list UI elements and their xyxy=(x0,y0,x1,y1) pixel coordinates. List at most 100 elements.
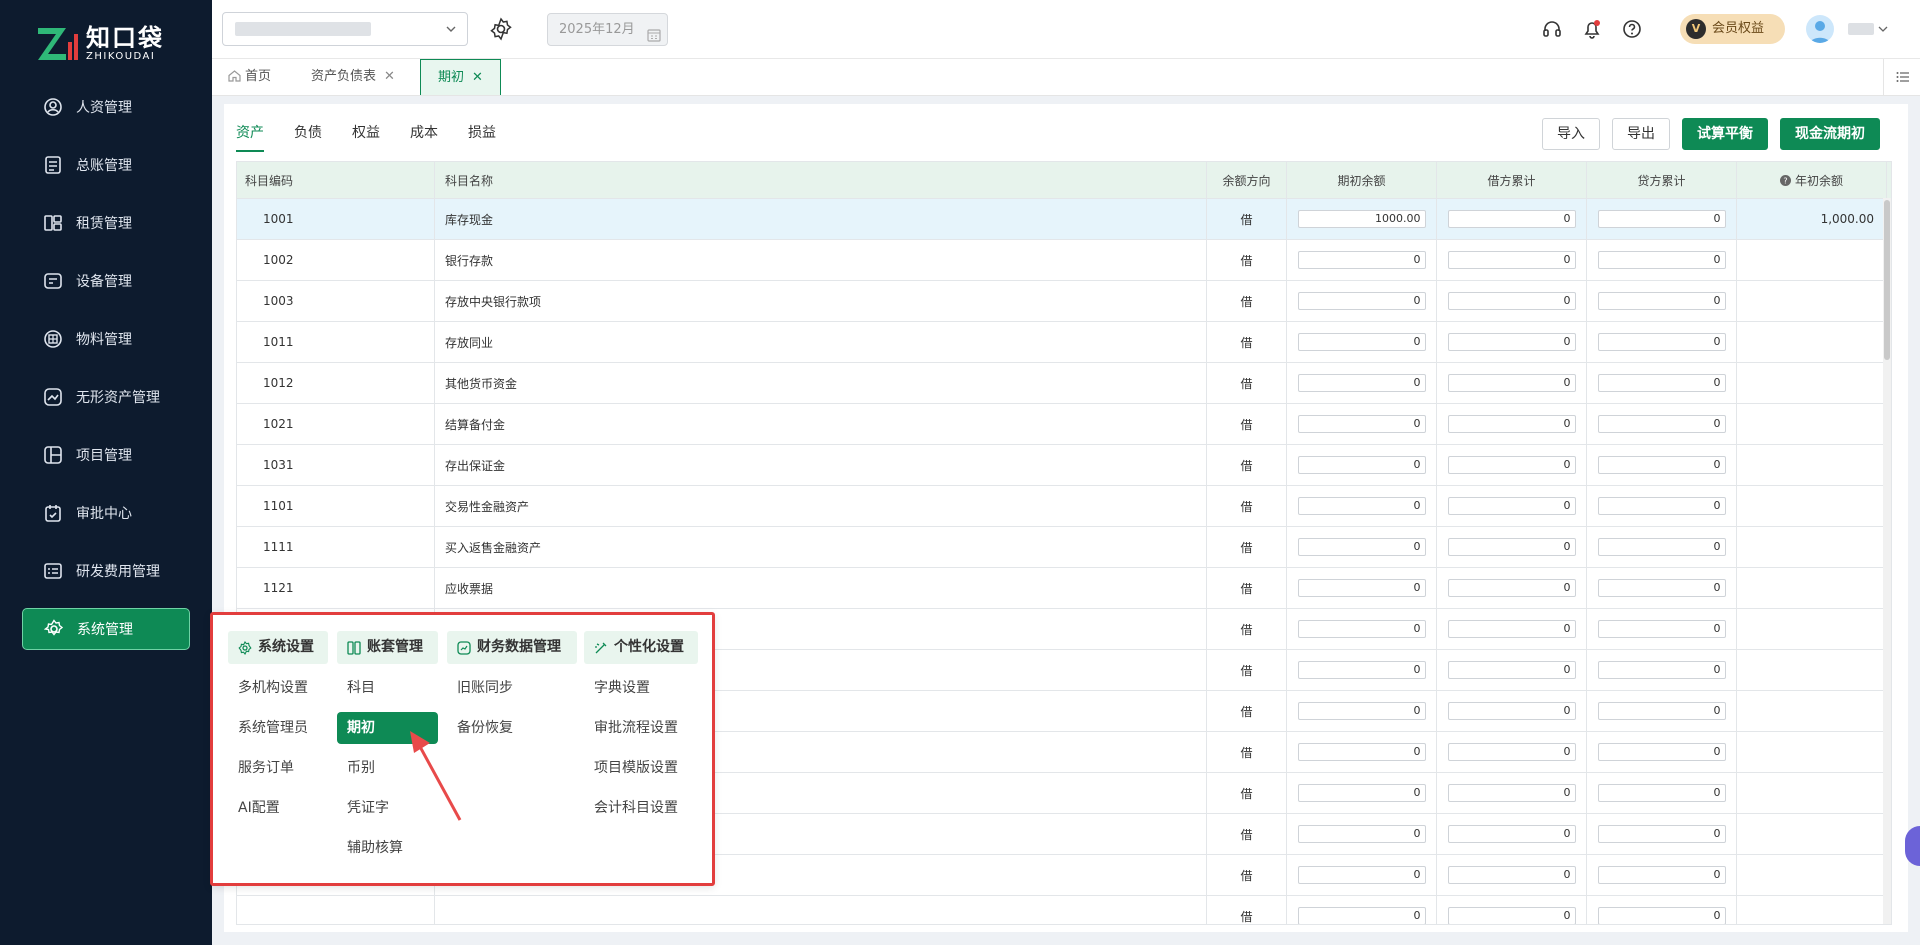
tab-balance-sheet[interactable]: 资产负债表 ✕ xyxy=(311,59,395,95)
sidebar-item-approval[interactable]: 审批中心 xyxy=(22,492,190,534)
opening-input[interactable]: 0 xyxy=(1297,292,1426,310)
vertical-scrollbar[interactable] xyxy=(1883,198,1891,924)
menu-item-dictionary[interactable]: 字典设置 xyxy=(584,672,698,704)
opening-input[interactable]: 0 xyxy=(1297,415,1426,433)
chat-widget-button[interactable] xyxy=(1905,826,1920,866)
opening-input[interactable]: 0 xyxy=(1297,702,1426,720)
sidebar-item-intangible[interactable]: 无形资产管理 xyxy=(22,376,190,418)
credit-input[interactable]: 0 xyxy=(1597,620,1726,638)
sidebar-item-rd-expense[interactable]: 研发费用管理 xyxy=(22,550,190,592)
close-icon[interactable]: ✕ xyxy=(384,69,395,84)
menu-item-subject[interactable]: 科目 xyxy=(337,672,438,704)
menu-item-approval-flow[interactable]: 审批流程设置 xyxy=(584,712,698,744)
credit-input[interactable]: 0 xyxy=(1597,784,1726,802)
opening-input[interactable]: 0 xyxy=(1297,456,1426,474)
opening-input[interactable]: 0 xyxy=(1297,620,1426,638)
help-icon[interactable] xyxy=(1621,18,1643,44)
import-button[interactable]: 导入 xyxy=(1542,118,1600,150)
debit-input[interactable]: 0 xyxy=(1447,374,1576,392)
tab-list-toggle[interactable] xyxy=(1883,59,1920,95)
menu-item-sys-admin[interactable]: 系统管理员 xyxy=(228,712,328,744)
credit-input[interactable]: 0 xyxy=(1597,292,1726,310)
settings-gear-icon[interactable] xyxy=(489,17,513,45)
debit-input[interactable]: 0 xyxy=(1447,907,1576,924)
credit-input[interactable]: 0 xyxy=(1597,825,1726,843)
subtab-liabilities[interactable]: 负债 xyxy=(294,122,322,152)
export-button[interactable]: 导出 xyxy=(1612,118,1670,150)
debit-input[interactable]: 0 xyxy=(1447,784,1576,802)
debit-input[interactable]: 0 xyxy=(1447,620,1576,638)
debit-input[interactable]: 0 xyxy=(1447,702,1576,720)
credit-input[interactable]: 0 xyxy=(1597,456,1726,474)
debit-input[interactable]: 0 xyxy=(1447,415,1576,433)
credit-input[interactable]: 0 xyxy=(1597,907,1726,924)
debit-input[interactable]: 0 xyxy=(1447,825,1576,843)
menu-item-ai-config[interactable]: AI配置 xyxy=(228,792,328,824)
debit-input[interactable]: 0 xyxy=(1447,456,1576,474)
debit-input[interactable]: 0 xyxy=(1447,866,1576,884)
scroll-thumb[interactable] xyxy=(1884,200,1890,360)
sidebar-item-material[interactable]: 物料管理 xyxy=(22,318,190,360)
tab-opening[interactable]: 期初 ✕ xyxy=(420,59,501,95)
chevron-down-icon[interactable] xyxy=(1878,23,1888,38)
debit-input[interactable]: 0 xyxy=(1447,661,1576,679)
opening-input[interactable]: 0 xyxy=(1297,825,1426,843)
opening-input[interactable]: 0 xyxy=(1297,784,1426,802)
bell-icon[interactable] xyxy=(1581,18,1603,44)
opening-input[interactable]: 0 xyxy=(1297,374,1426,392)
debit-input[interactable]: 0 xyxy=(1447,333,1576,351)
headset-icon[interactable] xyxy=(1541,18,1563,44)
subtab-assets[interactable]: 资产 xyxy=(236,122,264,152)
vip-benefits-button[interactable]: V 会员权益 xyxy=(1680,14,1785,44)
debit-input[interactable]: 0 xyxy=(1447,251,1576,269)
credit-input[interactable]: 0 xyxy=(1597,251,1726,269)
sidebar-item-device[interactable]: 设备管理 xyxy=(22,260,190,302)
credit-input[interactable]: 0 xyxy=(1597,374,1726,392)
period-picker[interactable]: 2025年12月 xyxy=(547,13,668,46)
subtab-cost[interactable]: 成本 xyxy=(410,122,438,152)
opening-input[interactable]: 0 xyxy=(1297,661,1426,679)
opening-input[interactable]: 0 xyxy=(1297,333,1426,351)
credit-input[interactable]: 0 xyxy=(1597,333,1726,351)
credit-input[interactable]: 0 xyxy=(1597,415,1726,433)
opening-input[interactable]: 0 xyxy=(1297,538,1426,556)
credit-input[interactable]: 0 xyxy=(1597,497,1726,515)
sidebar-item-hr[interactable]: 人资管理 xyxy=(22,86,190,128)
debit-input[interactable]: 0 xyxy=(1447,210,1576,228)
credit-input[interactable]: 0 xyxy=(1597,702,1726,720)
subtab-equity[interactable]: 权益 xyxy=(352,122,380,152)
subtab-profit-loss[interactable]: 损益 xyxy=(468,122,496,152)
username-redacted[interactable] xyxy=(1848,23,1874,35)
debit-input[interactable]: 0 xyxy=(1447,497,1576,515)
opening-input[interactable]: 0 xyxy=(1297,579,1426,597)
sidebar-item-project[interactable]: 项目管理 xyxy=(22,434,190,476)
sidebar-item-system[interactable]: 系统管理 xyxy=(22,608,190,650)
menu-item-multi-org[interactable]: 多机构设置 xyxy=(228,672,328,704)
cashflow-opening-button[interactable]: 现金流期初 xyxy=(1780,118,1880,150)
credit-input[interactable]: 0 xyxy=(1597,661,1726,679)
sidebar-item-lease[interactable]: 租赁管理 xyxy=(22,202,190,244)
credit-input[interactable]: 0 xyxy=(1597,579,1726,597)
debit-input[interactable]: 0 xyxy=(1447,538,1576,556)
logo[interactable]: 知口袋 ZHIKOUDAI xyxy=(36,22,164,66)
credit-input[interactable]: 0 xyxy=(1597,743,1726,761)
menu-item-service-order[interactable]: 服务订单 xyxy=(228,752,328,784)
opening-input[interactable]: 0 xyxy=(1297,251,1426,269)
company-select[interactable] xyxy=(222,12,468,46)
trial-balance-button[interactable]: 试算平衡 xyxy=(1682,118,1768,150)
menu-item-auxiliary[interactable]: 辅助核算 xyxy=(337,832,438,864)
opening-input[interactable]: 0 xyxy=(1297,907,1426,924)
menu-item-legacy-sync[interactable]: 旧账同步 xyxy=(447,672,577,704)
opening-input[interactable]: 1000.00 xyxy=(1297,210,1426,228)
credit-input[interactable]: 0 xyxy=(1597,538,1726,556)
tab-home[interactable]: 首页 xyxy=(228,59,271,95)
sidebar-item-ledger[interactable]: 总账管理 xyxy=(22,144,190,186)
opening-input[interactable]: 0 xyxy=(1297,743,1426,761)
question-icon[interactable]: ? xyxy=(1779,174,1791,186)
debit-input[interactable]: 0 xyxy=(1447,743,1576,761)
avatar[interactable] xyxy=(1806,15,1834,43)
credit-input[interactable]: 0 xyxy=(1597,866,1726,884)
menu-item-project-template[interactable]: 项目模版设置 xyxy=(584,752,698,784)
opening-input[interactable]: 0 xyxy=(1297,497,1426,515)
close-icon[interactable]: ✕ xyxy=(472,70,483,85)
